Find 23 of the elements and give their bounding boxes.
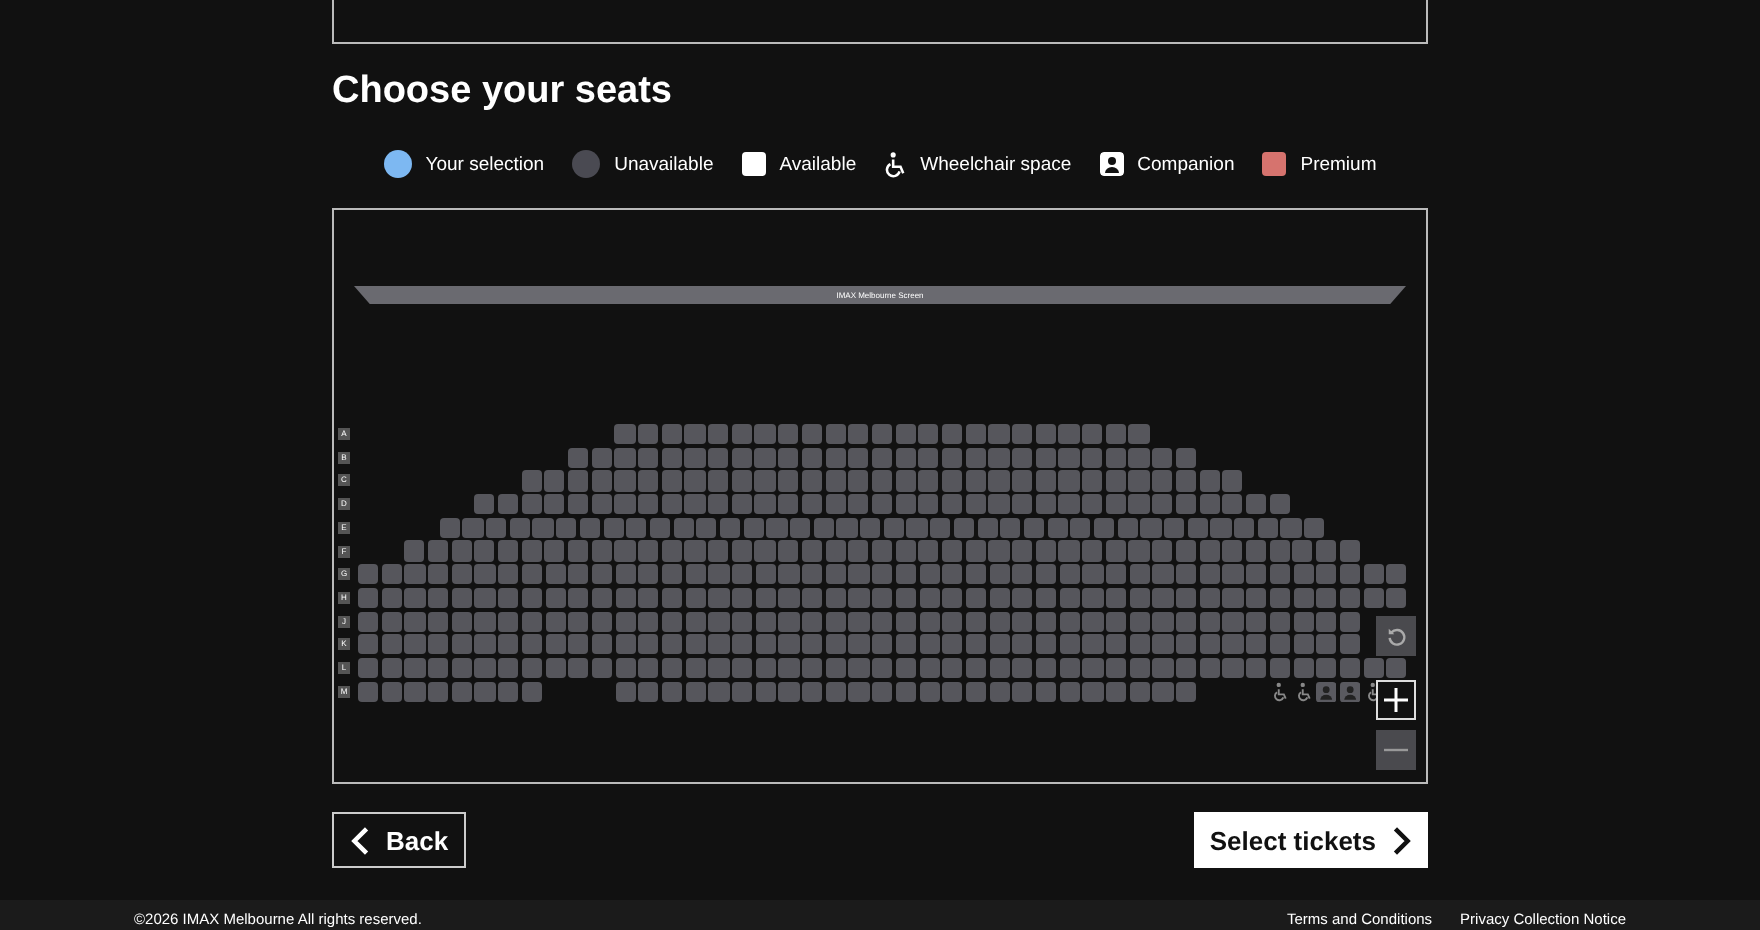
reset-icon: [1385, 625, 1407, 647]
page-heading: Choose your seats: [332, 70, 674, 114]
legend-label: Available: [779, 153, 857, 175]
chevron-left-icon: [350, 825, 370, 855]
available-swatch-icon: [741, 152, 766, 176]
legend-label: Wheelchair space: [920, 153, 1072, 175]
zoom-in-button[interactable]: [1376, 680, 1416, 720]
legend-label: Companion: [1137, 153, 1235, 175]
unavailable-swatch-icon: [572, 150, 601, 178]
zoom-out-button[interactable]: [1376, 730, 1416, 770]
legend-label: Your selection: [425, 153, 545, 175]
premium-swatch-icon: [1262, 152, 1287, 176]
legend-label: Unavailable: [614, 153, 714, 175]
legend-label: Premium: [1300, 153, 1377, 175]
reset-zoom-button[interactable]: [1376, 616, 1416, 656]
plus-icon: [1384, 688, 1408, 712]
wheelchair-icon: [884, 151, 907, 177]
back-button[interactable]: Back: [332, 812, 467, 868]
companion-icon: [1099, 152, 1124, 176]
select-tickets-button[interactable]: Select tickets: [1193, 812, 1428, 868]
chevron-right-icon: [1392, 825, 1412, 855]
companion-seat-icon[interactable]: [1316, 681, 1337, 702]
selection-swatch-icon: [383, 150, 412, 178]
